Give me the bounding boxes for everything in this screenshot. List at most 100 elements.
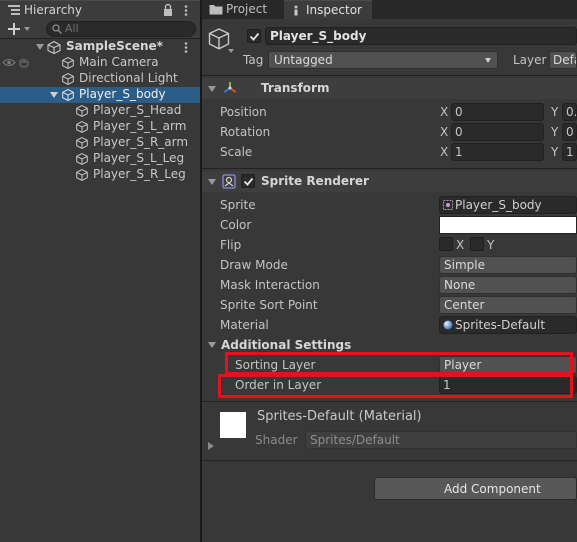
rotation-x-value: 0 (455, 125, 463, 139)
shader-label: Shader (255, 433, 298, 447)
draw-mode-value: Simple (444, 258, 485, 272)
active-checkbox[interactable] (247, 29, 261, 43)
position-label: Position (220, 105, 267, 119)
tag-dropdown[interactable]: Untagged (268, 51, 498, 69)
tab-inspector[interactable]: Inspector (284, 0, 372, 19)
flip-label: Flip (220, 238, 242, 252)
info-icon (294, 5, 298, 16)
add-component-button[interactable]: Add Component (374, 477, 577, 500)
hierarchy-search-input[interactable]: All (46, 21, 196, 37)
hierarchy-item[interactable]: Player_S_L_Leg (0, 151, 200, 167)
unity-scene-icon (47, 41, 61, 54)
search-icon (52, 24, 62, 34)
checkmark-icon (249, 32, 260, 41)
transform-title: Transform (261, 81, 330, 95)
gameobject-cube-icon (62, 73, 74, 85)
hierarchy-item[interactable]: Main Camera (0, 55, 200, 71)
add-dropdown-icon[interactable] (24, 27, 30, 31)
x-axis-label[interactable]: X (440, 145, 448, 159)
rotation-label: Rotation (220, 125, 271, 139)
material-name: Sprites-Default (Material) (257, 409, 422, 424)
x-axis-label[interactable]: X (440, 105, 448, 119)
scale-x-field[interactable]: 1 (451, 143, 544, 161)
object-name-field[interactable]: Player_S_body (265, 27, 577, 45)
material-sphere-icon (443, 320, 453, 330)
y-axis-label[interactable]: Y (551, 145, 558, 159)
shader-dropdown[interactable]: Sprites/Default (305, 431, 577, 449)
material-value: Sprites-Default (455, 318, 546, 332)
gameobject-cube-icon (76, 169, 88, 181)
hierarchy-item[interactable]: Player_S_L_arm (0, 119, 200, 135)
gameobject-cube-icon (76, 153, 88, 165)
sprite-label: Sprite (220, 198, 256, 212)
hierarchy-item[interactable]: Directional Light (0, 71, 200, 87)
sprite-renderer-header[interactable]: Sprite Renderer (202, 171, 577, 192)
sprite-object-field[interactable]: Player_S_body (439, 196, 577, 214)
x-axis-label[interactable]: X (440, 125, 448, 139)
transform-header[interactable]: Transform (202, 78, 577, 99)
divider (202, 460, 577, 461)
hierarchy-item[interactable]: Player_S_R_arm (0, 135, 200, 151)
transform-axes-icon (223, 82, 237, 93)
gameobject-cube-icon (76, 121, 88, 133)
expand-icon[interactable] (50, 92, 58, 98)
draw-mode-label: Draw Mode (220, 258, 288, 272)
scale-y-field[interactable]: 1 (562, 143, 577, 161)
material-object-field[interactable]: Sprites-Default (439, 316, 577, 334)
hierarchy-item-label: Directional Light (79, 71, 178, 85)
rotation-x-field[interactable]: 0 (451, 123, 544, 141)
rotation-y-field[interactable]: 0 (562, 123, 577, 141)
material-label: Material (220, 318, 269, 332)
sprite-value: Player_S_body (455, 198, 542, 212)
tab-inspector-label: Inspector (306, 3, 362, 17)
scene-expand-icon[interactable] (36, 44, 44, 50)
layer-label: Layer (513, 53, 547, 67)
flip-x-checkbox[interactable] (439, 237, 453, 251)
sprite-renderer-fold-icon[interactable] (208, 179, 216, 185)
scene-row[interactable]: SampleScene* (0, 39, 200, 55)
sprite-sort-point-dropdown[interactable]: Center (439, 296, 577, 314)
tab-project[interactable]: Project (202, 0, 282, 19)
mask-interaction-dropdown[interactable]: None (439, 276, 577, 294)
icon-dropdown-icon[interactable] (228, 49, 234, 53)
flip-x-label: X (456, 238, 465, 252)
folder-icon (209, 5, 223, 15)
mask-interaction-label: Mask Interaction (220, 278, 320, 292)
sorting-layer-highlight (225, 352, 573, 375)
chevron-down-icon (485, 58, 491, 63)
position-y-field[interactable]: 0. (562, 103, 577, 121)
hierarchy-item-label: Player_S_L_Leg (93, 151, 185, 165)
object-name: Player_S_body (270, 29, 367, 43)
position-x-field[interactable]: 0 (451, 103, 544, 121)
hierarchy-item-label: Player_S_Head (93, 103, 182, 117)
y-axis-label[interactable]: Y (551, 105, 558, 119)
material-fold-icon[interactable] (208, 442, 214, 450)
hierarchy-tab[interactable]: Hierarchy (0, 0, 200, 19)
sprite-renderer-title: Sprite Renderer (261, 174, 369, 188)
hierarchy-item[interactable]: Player_S_Head (0, 103, 200, 119)
more-menu-icon[interactable] (184, 5, 188, 17)
color-swatch[interactable] (439, 216, 577, 234)
hierarchy-item-selected[interactable]: Player_S_body (0, 87, 200, 103)
scene-name: SampleScene* (66, 39, 163, 53)
y-axis-label[interactable]: Y (551, 125, 558, 139)
transform-fold-icon[interactable] (208, 86, 216, 92)
lock-icon[interactable] (163, 4, 173, 16)
hierarchy-list-icon (8, 5, 20, 15)
scale-x-value: 1 (455, 145, 463, 159)
shader-value: Sprites/Default (310, 433, 400, 447)
flip-y-checkbox[interactable] (470, 237, 484, 251)
layer-dropdown[interactable]: Defa (549, 51, 577, 69)
gameobject-cube-icon (62, 57, 74, 69)
sprite-renderer-enabled-checkbox[interactable] (241, 174, 255, 188)
divider (202, 168, 577, 169)
add-plus-icon[interactable] (7, 22, 21, 36)
hierarchy-item[interactable]: Player_S_R_Leg (0, 167, 200, 183)
hierarchy-item-label: Player_S_R_Leg (93, 167, 186, 181)
draw-mode-dropdown[interactable]: Simple (439, 256, 577, 274)
divider (202, 75, 577, 76)
additional-settings-fold-icon[interactable] (208, 342, 216, 348)
additional-settings-title[interactable]: Additional Settings (221, 338, 351, 352)
rotation-y-value: 0 (566, 125, 574, 139)
scene-more-icon[interactable] (184, 42, 188, 54)
